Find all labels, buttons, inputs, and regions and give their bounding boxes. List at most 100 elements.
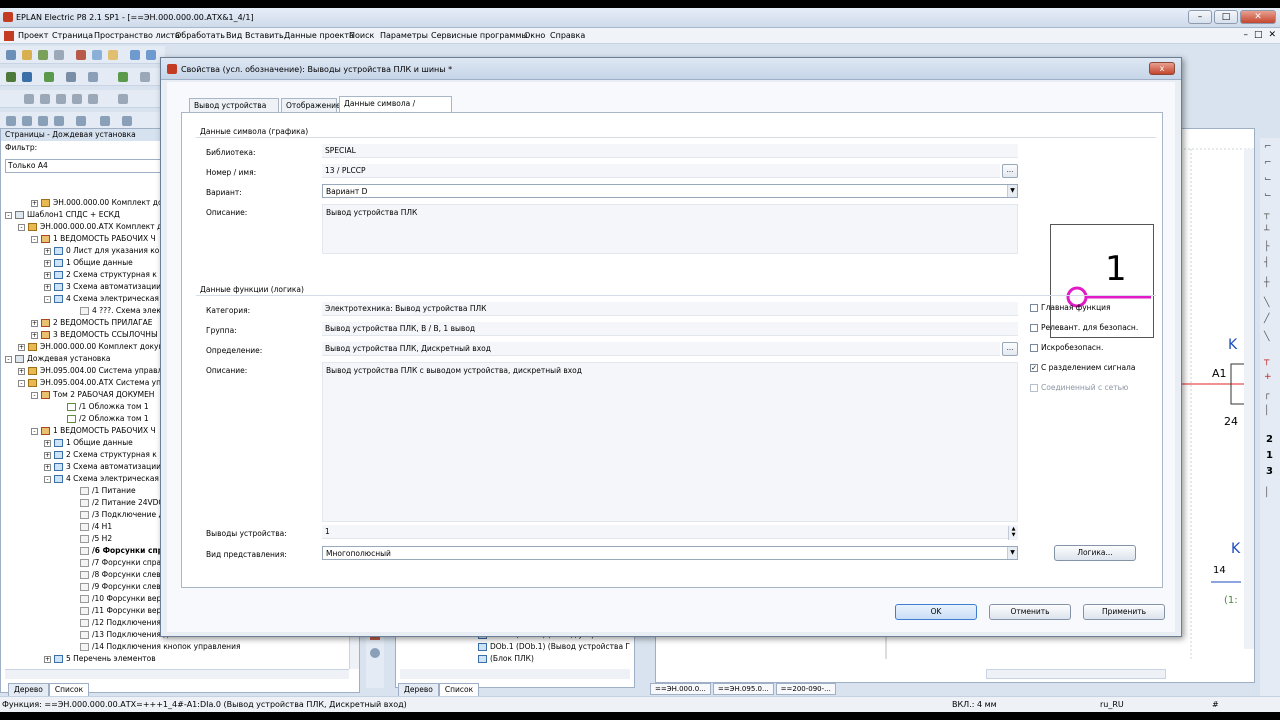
- line-icon[interactable]: │: [1264, 488, 1274, 500]
- toolbar-number[interactable]: 2: [1266, 434, 1273, 445]
- browse-definition-button[interactable]: ...: [1002, 342, 1018, 356]
- collapse-icon[interactable]: -: [44, 295, 51, 303]
- expand-icon[interactable]: +: [44, 463, 51, 471]
- print-icon[interactable]: [54, 50, 64, 60]
- function-checkbox[interactable]: Искробезопасн.: [1030, 343, 1103, 352]
- tree-item[interactable]: /10 Форсунки верхн: [70, 593, 171, 605]
- tree-item[interactable]: /14 Подключения кнопок управления: [70, 641, 240, 653]
- expand-icon[interactable]: +: [18, 343, 25, 351]
- corner-icon[interactable]: ┌: [1264, 390, 1274, 402]
- expand-icon[interactable]: +: [44, 655, 51, 663]
- expand-icon[interactable]: +: [44, 259, 51, 267]
- tree-item[interactable]: +0 Лист для указания ко: [44, 245, 159, 257]
- menu-insert[interactable]: Вставить: [245, 31, 284, 40]
- collapse-icon[interactable]: -: [18, 223, 25, 231]
- tree-item[interactable]: + ЭН.000.000.00 Комплект докум: [18, 341, 164, 353]
- tree-item[interactable]: - ЭН.000.000.00.АТХ Комплект до: [18, 221, 167, 233]
- tree-item[interactable]: - ЭН.095.004.00.АТХ Система упр: [18, 377, 166, 389]
- tree-item[interactable]: - Дождевая установка: [5, 353, 110, 365]
- device-item[interactable]: DOb.1 (DOb.1) (Вывод устройства Г: [478, 641, 630, 653]
- tree-item[interactable]: /4 H1: [70, 521, 112, 533]
- text-icon[interactable]: [100, 116, 110, 126]
- plug-icon[interactable]: [88, 72, 98, 82]
- definition-field[interactable]: Вывод устройства ПЛК, Дискретный вход: [322, 342, 1000, 356]
- menu-project-data[interactable]: Данные проекта: [284, 31, 354, 40]
- zoom-icon[interactable]: [56, 94, 66, 104]
- rectangle-icon[interactable]: [38, 116, 48, 126]
- new-icon[interactable]: [6, 50, 16, 60]
- filter-select[interactable]: Только А4: [5, 159, 165, 173]
- tree-item[interactable]: +3 Схема автоматизации: [44, 461, 161, 473]
- tree-item[interactable]: /5 H2: [70, 533, 112, 545]
- diagonal-icon[interactable]: ╱: [1264, 314, 1274, 326]
- tree-item[interactable]: +2 Схема структурная к: [44, 269, 157, 281]
- undo-icon[interactable]: [130, 50, 140, 60]
- tree-item[interactable]: - 4 Схема электрическая: [44, 473, 159, 485]
- tab-list[interactable]: Список: [438, 683, 480, 697]
- tree-item[interactable]: /11 Форсунки верхн: [70, 605, 171, 617]
- ok-button[interactable]: OK: [895, 604, 977, 620]
- tree-item[interactable]: +2 Схема структурная к: [44, 449, 157, 461]
- collapse-icon[interactable]: -: [5, 211, 12, 219]
- collapse-icon[interactable]: -: [31, 235, 38, 243]
- refresh-icon[interactable]: [370, 648, 380, 658]
- macro-icon[interactable]: [22, 72, 32, 82]
- tree-item[interactable]: +2 ВЕДОМОСТЬ ПРИЛАГАЕ: [31, 317, 153, 329]
- doc-tab[interactable]: ==ЭН.095.0...: [712, 683, 774, 695]
- pins-spinner[interactable]: ▲ ▼: [1008, 526, 1018, 540]
- mdi-minimize-button[interactable]: –: [1243, 30, 1248, 40]
- tee-icon[interactable]: ┴: [1264, 226, 1274, 238]
- tree-item[interactable]: /9 Форсунки слева: [70, 581, 165, 593]
- canvas-vscrollbar[interactable]: [1244, 149, 1254, 649]
- mdi-restore-button[interactable]: □: [1254, 30, 1263, 40]
- diagonal-icon[interactable]: ╲: [1264, 298, 1274, 310]
- mdi-close-button[interactable]: ✕: [1268, 30, 1276, 40]
- tree-item[interactable]: /2 Питание 24VDC: [70, 497, 164, 509]
- tree-item[interactable]: - Том 2 РАБОЧАЯ ДОКУМЕН: [31, 389, 154, 401]
- snap-icon[interactable]: [40, 94, 50, 104]
- tree-item[interactable]: - 1 ВЕДОМОСТЬ РАБОЧИХ Ч: [31, 425, 156, 437]
- line-icon[interactable]: [6, 116, 16, 126]
- diagonal-icon[interactable]: ╲: [1264, 332, 1274, 344]
- corner-icon[interactable]: ⌐: [1264, 158, 1274, 170]
- category-field[interactable]: Электротехника: Вывод устройства ПЛК: [322, 302, 1018, 316]
- polyline-icon[interactable]: [22, 116, 32, 126]
- expand-icon[interactable]: +: [44, 451, 51, 459]
- tee-icon[interactable]: ┬: [1264, 210, 1274, 222]
- menu-options[interactable]: Параметры: [380, 31, 428, 40]
- cable-icon[interactable]: [118, 72, 128, 82]
- line-icon[interactable]: │: [1264, 406, 1274, 418]
- checked-box-icon[interactable]: ✓: [1030, 364, 1038, 372]
- tree-item[interactable]: /7 Форсунки справ: [70, 557, 166, 569]
- device-item[interactable]: (Блок ПЛК): [478, 653, 534, 665]
- maximize-button[interactable]: □: [1214, 10, 1238, 24]
- menu-search[interactable]: Поиск: [349, 31, 374, 40]
- pan-icon[interactable]: [72, 94, 82, 104]
- expand-icon[interactable]: +: [18, 367, 25, 375]
- tree-item[interactable]: - 4 Схема электрическая: [44, 293, 159, 305]
- group-field[interactable]: Вывод устройства ПЛК, В / В, 1 вывод: [322, 322, 1018, 336]
- tree-item[interactable]: +1 Общие данные: [44, 437, 133, 449]
- toolbar-number[interactable]: 1: [1266, 450, 1273, 461]
- tree-item[interactable]: /6 Форсунки справ: [70, 545, 173, 557]
- library-field[interactable]: SPECIAL: [322, 144, 1018, 158]
- expand-icon[interactable]: +: [44, 247, 51, 255]
- paste-icon[interactable]: [108, 50, 118, 60]
- tree-item[interactable]: /1 Обложка том 1: [57, 401, 149, 413]
- expand-icon[interactable]: +: [44, 283, 51, 291]
- function-checkbox[interactable]: Релевант. для безопасн.: [1030, 323, 1138, 332]
- function-checkbox[interactable]: Главная функция: [1030, 303, 1111, 312]
- tree-item[interactable]: +5 Перечень элементов: [44, 653, 156, 665]
- expand-icon[interactable]: +: [31, 199, 38, 207]
- menu-window[interactable]: Окно: [524, 31, 545, 40]
- expand-icon[interactable]: +: [31, 319, 38, 327]
- shield-icon[interactable]: [140, 72, 150, 82]
- menu-page[interactable]: Страница: [52, 31, 93, 40]
- menu-sheet-space[interactable]: Пространство листа: [94, 31, 180, 40]
- tree-hscrollbar[interactable]: [5, 669, 349, 679]
- corner-icon[interactable]: ⌙: [1264, 174, 1274, 186]
- tree-item[interactable]: +3 ВЕДОМОСТЬ ССЫЛОЧНЫ: [31, 329, 158, 341]
- unchecked-box-icon[interactable]: [1030, 344, 1038, 352]
- chevron-down-icon[interactable]: ▼: [1007, 547, 1017, 559]
- close-window-button[interactable]: ✕: [1240, 10, 1276, 24]
